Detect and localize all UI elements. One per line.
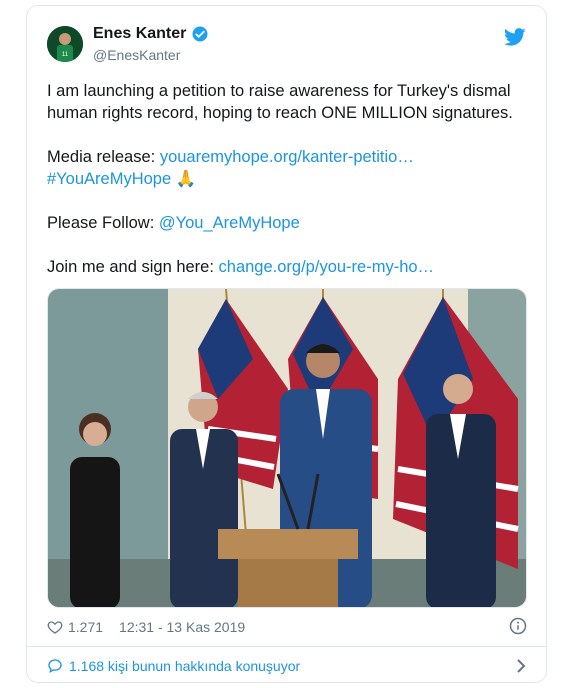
tweet-paragraph-media: Media release: youaremyhope.org/kanter-p… (47, 146, 527, 190)
petition-link[interactable]: change.org/p/you-re-my-ho… (219, 258, 435, 276)
divider (27, 646, 546, 647)
sign-prefix: Join me and sign here: (47, 258, 219, 276)
avatar[interactable]: 11 (47, 26, 83, 62)
like-button[interactable]: 1.271 (47, 619, 103, 635)
tweet-paragraph-follow: Please Follow: @You_AreMyHope (47, 212, 527, 234)
praying-hands-emoji: 🙏 (175, 170, 197, 188)
press-conference-image (48, 289, 526, 607)
tweet-paragraph-sign: Join me and sign here: change.org/p/you-… (47, 256, 527, 278)
author-name[interactable]: Enes Kanter (93, 25, 186, 43)
tweet-timestamp[interactable]: 12:31 - 13 Kas 2019 (119, 619, 245, 635)
info-icon[interactable] (509, 617, 527, 635)
follow-mention-link[interactable]: @You_AreMyHope (159, 214, 300, 232)
author-handle[interactable]: @EnesKanter (93, 47, 180, 63)
chevron-right-icon (517, 659, 526, 673)
svg-text:11: 11 (62, 52, 69, 58)
heart-icon (47, 621, 63, 634)
conversation-text: 1.168 kişi bunun hakkında konuşuyor (69, 658, 301, 674)
tweet-card: 11 Enes Kanter @EnesKanter I am launchin… (26, 5, 547, 683)
conversation-link[interactable]: 1.168 kişi bunun hakkında konuşuyor (47, 654, 527, 678)
author-name-row[interactable]: Enes Kanter (93, 25, 209, 43)
verified-badge-icon (192, 26, 208, 42)
tweet-text: I am launching a petition to raise aware… (47, 80, 527, 300)
follow-prefix: Please Follow: (47, 214, 159, 232)
twitter-bird-icon[interactable] (504, 26, 526, 48)
tweet-photo[interactable] (47, 288, 527, 608)
media-release-link[interactable]: youaremyhope.org/kanter-petitio… (160, 148, 414, 166)
tweet-meta: 1.271 12:31 - 13 Kas 2019 (47, 617, 527, 637)
speech-bubble-icon (48, 659, 62, 674)
like-count: 1.271 (68, 619, 104, 635)
media-prefix: Media release: (47, 148, 160, 166)
tweet-paragraph-1: I am launching a petition to raise aware… (47, 82, 513, 122)
hashtag-link[interactable]: #YouAreMyHope (47, 170, 171, 188)
avatar-image: 11 (47, 26, 83, 62)
